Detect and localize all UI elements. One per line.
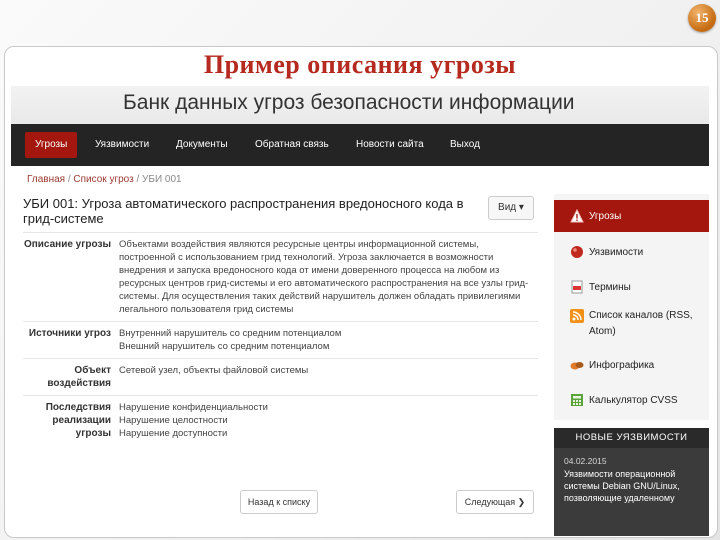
sidebar-item-label: Список каналов (RSS, Atom) <box>589 310 693 337</box>
breadcrumb-home[interactable]: Главная <box>27 174 65 185</box>
news-link[interactable]: Уязвимости операционной системы Debian G… <box>564 468 701 504</box>
description-row: Описание угрозы Объектами воздействия яв… <box>23 233 538 322</box>
slide-number: 15 <box>688 4 716 32</box>
breadcrumb-list[interactable]: Список угроз <box>73 174 133 185</box>
nav-documents[interactable]: Документы <box>166 132 238 158</box>
sidebar-item-label: Угрозы <box>589 210 622 222</box>
sidebar-item-rss[interactable]: Список каналов (RSS, Atom) <box>554 306 709 348</box>
sidebar-item-threats[interactable]: Угрозы <box>554 200 709 232</box>
sidebar-item-vulnerabilities[interactable]: Уязвимости <box>554 236 709 268</box>
website-screenshot: Банк данных угроз безопасности информаци… <box>11 86 709 536</box>
nav-feedback[interactable]: Обратная связь <box>245 132 339 158</box>
sidebar-item-label: Инфографика <box>589 359 655 371</box>
sidebar-item-cvss-calculator[interactable]: Калькулятор CVSS <box>554 384 709 416</box>
calculator-icon <box>571 394 583 406</box>
next-button[interactable]: Следующая ❯ <box>456 490 534 514</box>
breadcrumb-separator: / <box>67 174 71 185</box>
breadcrumb: Главная / Список угроз / УБИ 001 <box>27 174 182 185</box>
target-row: Объект воздействия Сетевой узел, объекты… <box>23 359 538 396</box>
site-banner: Банк данных угроз безопасности информаци… <box>11 86 709 124</box>
row-value: Объектами воздействия являются ресурсные… <box>119 239 529 315</box>
sidebar-item-label: Калькулятор CVSS <box>589 394 678 406</box>
warning-icon <box>570 209 584 223</box>
row-label: Последствия реализации угрозы <box>45 402 111 439</box>
breadcrumb-current: УБИ 001 <box>142 174 182 185</box>
threat-description-list: Описание угрозы Объектами воздействия яв… <box>23 232 538 445</box>
nav-news[interactable]: Новости сайта <box>346 132 434 158</box>
row-value: Сетевой узел, объекты файловой системы <box>119 365 309 376</box>
consequences-row: Последствия реализации угрозы Нарушение … <box>23 396 538 445</box>
nav-logout[interactable]: Выход <box>440 132 490 158</box>
row-value: Нарушение конфиденциальности Нарушение ц… <box>119 402 268 439</box>
infographic-icon <box>570 362 584 370</box>
row-label: Объект воздействия <box>47 365 111 389</box>
threat-title: УБИ 001: Угроза автоматического распрост… <box>23 196 464 226</box>
news-header: НОВЫЕ УЯЗВИМОСТИ <box>554 428 709 448</box>
slide-title: Пример описания угрозы <box>203 50 517 79</box>
view-dropdown-button[interactable]: Вид ▾ <box>488 196 534 220</box>
nav-threats[interactable]: Угрозы <box>25 132 78 158</box>
sources-row: Источники угроз Внутренний нарушитель со… <box>23 322 538 359</box>
sidebar-item-label: Уязвимости <box>589 246 644 258</box>
row-label: Описание угрозы <box>23 239 111 250</box>
main-navbar: Угрозы Уязвимости Документы Обратная свя… <box>11 124 709 166</box>
rss-icon <box>570 309 584 323</box>
right-sidebar: Угрозы Уязвимости Термины Список каналов… <box>554 194 709 420</box>
pdf-icon <box>571 280 583 294</box>
nav-vulnerabilities[interactable]: Уязвимости <box>85 132 159 158</box>
breadcrumb-separator: / <box>136 174 140 185</box>
sidebar-item-terms[interactable]: Термины <box>554 271 709 303</box>
row-label: Источники угроз <box>28 328 111 339</box>
sidebar-item-infographics[interactable]: Инфографика <box>554 349 709 381</box>
news-date: 04.02.2015 <box>564 456 607 466</box>
bug-icon <box>571 246 583 258</box>
new-vulnerabilities-panel: НОВЫЕ УЯЗВИМОСТИ 04.02.2015 Уязвимости о… <box>554 428 709 536</box>
back-to-list-button[interactable]: Назад к списку <box>240 490 318 514</box>
site-title: Банк данных угроз безопасности информаци… <box>123 91 575 114</box>
row-value: Внутренний нарушитель со средним потенци… <box>119 328 342 352</box>
sidebar-item-label: Термины <box>589 281 631 293</box>
